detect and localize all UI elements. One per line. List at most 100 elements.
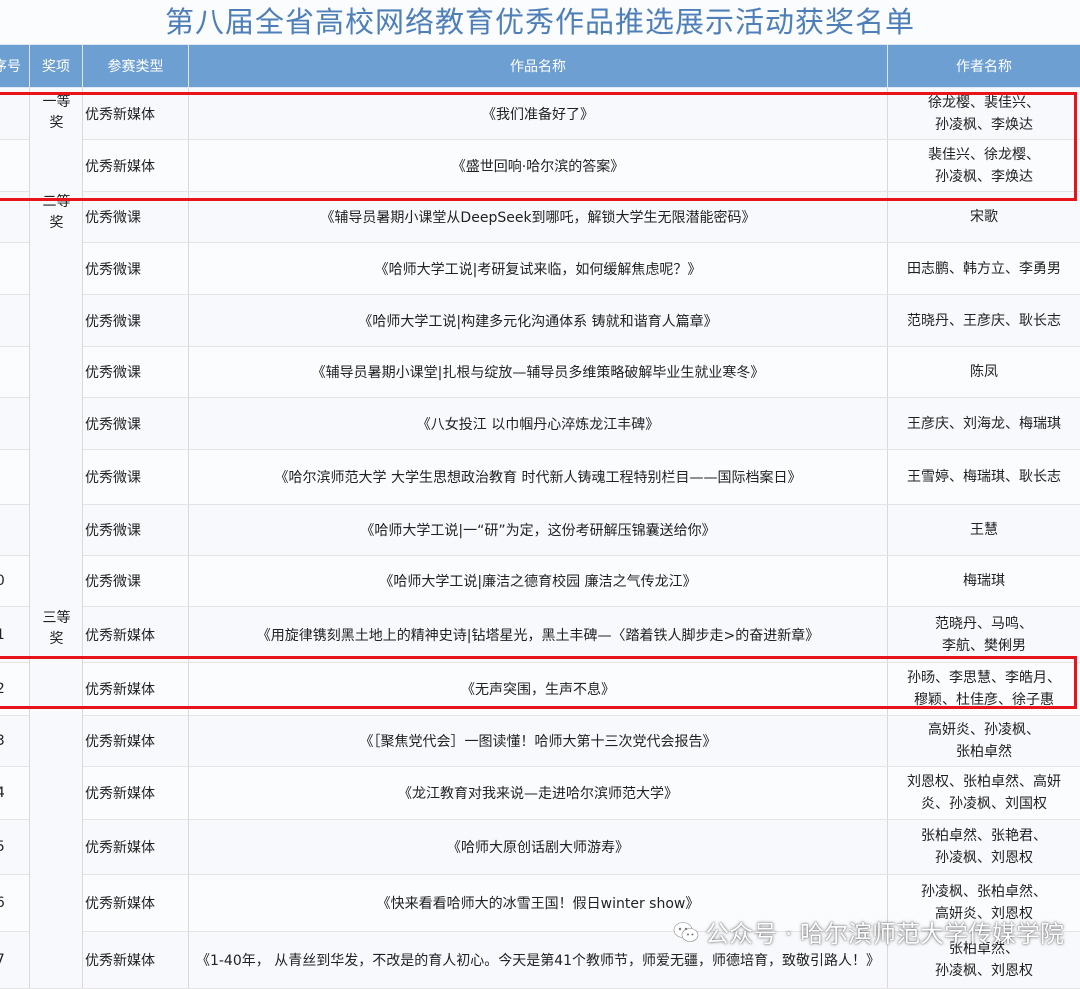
author-line: 孙凌枫、李焕达 <box>890 166 1078 188</box>
table-row: 8优秀微课《哈尔滨师范大学 大学生思想政治教育 时代新人铸魂工程特别栏目——国际… <box>0 450 1080 505</box>
page-title: 第八届全省高校网络教育优秀作品推选展示活动获奖名单 <box>0 0 1080 44</box>
author-line: 梅瑞琪 <box>890 570 1078 592</box>
work-title: 《盛世回响·哈尔滨的答案》 <box>189 140 888 192</box>
entry-type: 优秀微课 <box>83 398 189 450</box>
row-number: 13 <box>0 716 30 767</box>
row-number: 2 <box>0 140 30 192</box>
table-row: 7优秀微课《八女投江 以巾帼丹心淬炼龙江丰碑》王彦庆、刘海龙、梅瑞琪 <box>0 398 1080 450</box>
entry-type: 优秀新媒体 <box>83 875 189 932</box>
table-row: 5优秀微课《哈师大学工说|构建多元化沟通体系 铸就和谐育人篇章》范晓丹、王彦庆、… <box>0 295 1080 347</box>
author-line: 炎、孙凌枫、刘国权 <box>890 793 1078 815</box>
work-title: 《哈师大原创话剧大师游寿》 <box>189 820 888 875</box>
author-line: 田志鹏、韩方立、李勇男 <box>890 258 1078 280</box>
row-number: 12 <box>0 663 30 716</box>
table-row: 10优秀微课《哈师大学工说|廉洁之德育校园 廉洁之气传龙江》梅瑞琪 <box>0 556 1080 607</box>
prize-label: 二等 奖 <box>30 192 83 234</box>
entry-type: 优秀微课 <box>83 243 189 295</box>
entry-type: 优秀新媒体 <box>83 767 189 820</box>
authors: 孙旸、李思慧、李皓月、穆颖、杜佳彦、徐子惠 <box>888 663 1080 716</box>
work-title: 《辅导员暑期小课堂|扎根与绽放—辅导员多维策略破解毕业生就业寒冬》 <box>189 347 888 398</box>
entry-type: 优秀新媒体 <box>83 663 189 716</box>
authors: 张柏卓然、张艳君、孙凌枫、刘恩权 <box>888 820 1080 875</box>
author-line: 张柏卓然、张艳君、 <box>890 825 1078 847</box>
entry-type: 优秀新媒体 <box>83 932 189 989</box>
author-line: 范晓丹、王彦庆、耿长志 <box>890 310 1078 332</box>
header-type: 参赛类型 <box>83 45 189 88</box>
entry-type: 优秀新媒体 <box>83 716 189 767</box>
author-line: 王彦庆、刘海龙、梅瑞琪 <box>890 413 1078 435</box>
authors: 裴佳兴、徐龙樱、孙凌枫、李焕达 <box>888 140 1080 192</box>
entry-type: 优秀新媒体 <box>83 140 189 192</box>
entry-type: 优秀微课 <box>83 556 189 607</box>
entry-type: 优秀微课 <box>83 192 189 243</box>
work-title: 《哈尔滨师范大学 大学生思想政治教育 时代新人铸魂工程特别栏目——国际档案日》 <box>189 450 888 505</box>
watermark: 公众号 · 哈尔滨师范大学传媒学院 <box>673 914 1064 949</box>
author-line: 王慧 <box>890 519 1078 541</box>
prize-label: 三等 奖 <box>30 608 83 650</box>
author-line: 陈凤 <box>890 361 1078 383</box>
work-title: 《哈师大学工说|构建多元化沟通体系 铸就和谐育人篇章》 <box>189 295 888 347</box>
table-row: 6优秀微课《辅导员暑期小课堂|扎根与绽放—辅导员多维策略破解毕业生就业寒冬》陈凤 <box>0 347 1080 398</box>
row-number: 14 <box>0 767 30 820</box>
table-row: 15 优秀新媒体《哈师大原创话剧大师游寿》张柏卓然、张艳君、孙凌枫、刘恩权 <box>0 820 1080 875</box>
table-row: 3 优秀微课《辅导员暑期小课堂从DeepSeek到哪吒，解锁大学生无限潜能密码》宋… <box>0 192 1080 243</box>
author-line: 孙凌枫、张柏卓然、 <box>890 881 1078 903</box>
authors: 范晓丹、马鸣、李航、樊俐男 <box>888 607 1080 663</box>
table-row: 13 优秀新媒体《［聚焦党代会］一图读懂！哈师大第十三次党代会报告》高妍炎、孙凌枫… <box>0 716 1080 767</box>
header-author: 作者名称 <box>888 45 1080 88</box>
work-title: 《我们准备好了》 <box>189 88 888 140</box>
work-title: 《龙江教育对我来说—走进哈尔滨师范大学》 <box>189 767 888 820</box>
entry-type: 优秀新媒体 <box>83 820 189 875</box>
authors: 刘恩权、张柏卓然、高妍炎、孙凌枫、刘国权 <box>888 767 1080 820</box>
work-title: 《哈师大学工说|一“研”为定，这份考研解压锦囊送给你》 <box>189 505 888 556</box>
row-number: 10 <box>0 556 30 607</box>
table-row: 2 优秀新媒体《盛世回响·哈尔滨的答案》裴佳兴、徐龙樱、孙凌枫、李焕达 <box>0 140 1080 192</box>
header-num: 序号 <box>0 45 30 88</box>
row-number: 9 <box>0 505 30 556</box>
row-number: 1 <box>0 88 30 140</box>
work-title: 《［聚焦党代会］一图读懂！哈师大第十三次党代会报告》 <box>189 716 888 767</box>
authors: 田志鹏、韩方立、李勇男 <box>888 243 1080 295</box>
wechat-icon <box>673 920 699 944</box>
row-number: 15 <box>0 820 30 875</box>
entry-type: 优秀新媒体 <box>83 88 189 140</box>
authors: 王雪婷、梅瑞琪、耿长志 <box>888 450 1080 505</box>
table-row: 12 优秀新媒体《无声突围，生声不息》孙旸、李思慧、李皓月、穆颖、杜佳彦、徐子惠 <box>0 663 1080 716</box>
work-title: 《辅导员暑期小课堂从DeepSeek到哪吒，解锁大学生无限潜能密码》 <box>189 192 888 243</box>
header-prize: 奖项 <box>30 45 83 88</box>
authors: 梅瑞琪 <box>888 556 1080 607</box>
row-number: 16 <box>0 875 30 932</box>
entry-type: 优秀微课 <box>83 295 189 347</box>
authors: 范晓丹、王彦庆、耿长志 <box>888 295 1080 347</box>
work-title: 《哈师大学工说|考研复试来临，如何缓解焦虑呢？》 <box>189 243 888 295</box>
entry-type: 优秀新媒体 <box>83 607 189 663</box>
work-title: 《用旋律镌刻黑土地上的精神史诗|钻塔星光，黑土丰碑—〈踏着铁人脚步走>的奋进新章… <box>189 607 888 663</box>
work-title: 《八女投江 以巾帼丹心淬炼龙江丰碑》 <box>189 398 888 450</box>
authors: 高妍炎、孙凌枫、张柏卓然 <box>888 716 1080 767</box>
table-row: 9 优秀微课《哈师大学工说|一“研”为定，这份考研解压锦囊送给你》王慧 <box>0 505 1080 556</box>
prize-label: 一等 奖 <box>30 92 83 134</box>
header-work: 作品名称 <box>189 45 888 88</box>
entry-type: 优秀微课 <box>83 347 189 398</box>
author-line: 孙旸、李思慧、李皓月、 <box>890 667 1078 689</box>
authors: 徐龙樱、裴佳兴、孙凌枫、李焕达 <box>888 88 1080 140</box>
prize-column: 一等 奖二等 奖三等 奖 <box>30 88 83 989</box>
work-title: 《无声突围，生声不息》 <box>189 663 888 716</box>
author-line: 孙凌枫、刘恩权 <box>890 847 1078 869</box>
table-row: 4优秀微课《哈师大学工说|考研复试来临，如何缓解焦虑呢？》田志鹏、韩方立、李勇男 <box>0 243 1080 295</box>
table-row: 14 优秀新媒体《龙江教育对我来说—走进哈尔滨师范大学》刘恩权、张柏卓然、高妍炎、… <box>0 767 1080 820</box>
author-line: 李航、樊俐男 <box>890 635 1078 657</box>
authors: 王彦庆、刘海龙、梅瑞琪 <box>888 398 1080 450</box>
awards-table: 序号 奖项 参赛类型 作品名称 作者名称 1一等 奖二等 奖三等 奖优秀新媒体《… <box>0 44 1080 989</box>
row-number: 11 <box>0 607 30 663</box>
table-row: 1一等 奖二等 奖三等 奖优秀新媒体《我们准备好了》徐龙樱、裴佳兴、孙凌枫、李焕… <box>0 88 1080 140</box>
entry-type: 优秀微课 <box>83 505 189 556</box>
author-line: 穆颖、杜佳彦、徐子惠 <box>890 689 1078 711</box>
author-line: 高妍炎、孙凌枫、 <box>890 719 1078 741</box>
author-line: 裴佳兴、徐龙樱、 <box>890 144 1078 166</box>
watermark-text: 公众号 · 哈尔滨师范大学传媒学院 <box>705 914 1064 949</box>
row-number: 3 <box>0 192 30 243</box>
author-line: 徐龙樱、裴佳兴、 <box>890 92 1078 114</box>
table-body: 1一等 奖二等 奖三等 奖优秀新媒体《我们准备好了》徐龙樱、裴佳兴、孙凌枫、李焕… <box>0 88 1080 989</box>
author-line: 宋歌 <box>890 206 1078 228</box>
